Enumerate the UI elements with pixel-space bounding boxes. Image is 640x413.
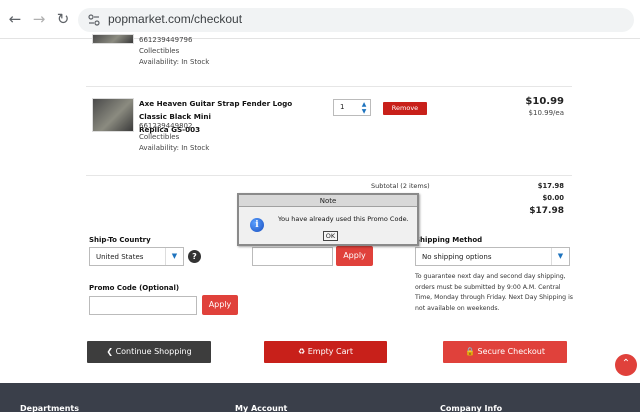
chevron-down-icon[interactable]: ▼ (551, 248, 569, 265)
info-icon: i (250, 218, 264, 232)
zip-apply-button[interactable]: Apply (336, 246, 373, 266)
back-arrow-icon[interactable]: ← (6, 10, 24, 28)
product-sku: 661239449802 (139, 122, 193, 130)
ship-to-label: Ship-To Country (89, 236, 151, 244)
lock-icon: 🔒 (465, 347, 475, 356)
secure-checkout-button[interactable]: 🔒 Secure Checkout (443, 341, 567, 363)
continue-shopping-label: Continue Shopping (115, 347, 192, 356)
shipping-method-select[interactable]: No shipping options ▼ (415, 247, 570, 266)
stepper-arrows[interactable]: ▲ ▼ (360, 101, 368, 115)
forward-arrow-icon[interactable]: → (30, 10, 48, 28)
trash-icon: ♻ (298, 347, 306, 356)
ship-to-country-value: United States (96, 253, 144, 261)
subtotal-label: Subtotal (2 items) (371, 182, 430, 190)
remove-button[interactable]: Remove (383, 102, 427, 115)
reload-icon[interactable]: ↻ (54, 10, 72, 28)
product-name[interactable]: Axe Heaven Guitar Strap Fender Logo Clas… (139, 97, 319, 136)
promo-apply-button[interactable]: Apply (202, 295, 238, 315)
dialog-ok-button[interactable]: OK (323, 231, 338, 241)
dialog-message: You have already used this Promo Code. (278, 215, 409, 223)
promo-code-input[interactable] (89, 296, 197, 315)
address-bar[interactable]: popmarket.com/checkout (78, 8, 634, 32)
note-dialog: Note i You have already used this Promo … (237, 193, 419, 246)
ship-to-country-select[interactable]: United States ▼ (89, 247, 184, 266)
secure-checkout-label: Secure Checkout (477, 347, 545, 356)
dialog-title: Note (239, 195, 417, 207)
product-sku: 661239449796 (139, 36, 193, 44)
shipping-method-label: Shipping Method (415, 236, 483, 244)
decrement-icon[interactable]: ▼ (360, 108, 368, 115)
divider (86, 86, 572, 87)
product-image[interactable] (92, 98, 134, 132)
promo-label: Promo Code (Optional) (89, 284, 180, 292)
scroll-to-top-icon[interactable]: ⌃ (615, 354, 637, 376)
increment-icon[interactable]: ▲ (360, 101, 368, 108)
help-icon[interactable]: ? (188, 250, 201, 263)
empty-cart-label: Empty Cart (307, 347, 353, 356)
subtotal-value: $17.98 (537, 182, 564, 190)
product-name-line1[interactable]: Axe Heaven Guitar Strap Fender Logo Clas… (139, 97, 319, 123)
continue-shopping-button[interactable]: ❮ Continue Shopping (87, 341, 211, 363)
product-category: Collectibles (139, 47, 180, 55)
arrow-left-circle-icon: ❮ (106, 347, 114, 356)
quantity-value[interactable]: 1 (340, 103, 344, 111)
site-settings-icon[interactable] (87, 13, 101, 27)
product-image[interactable] (92, 34, 134, 44)
zip-input[interactable] (252, 247, 333, 266)
chevron-down-icon[interactable]: ▼ (165, 248, 183, 265)
quantity-stepper[interactable]: 1 ▲ ▼ (333, 99, 371, 116)
divider (86, 175, 572, 176)
item-unit-price: $10.99/ea (528, 109, 564, 117)
shipping-note: To guarantee next day and second day shi… (415, 273, 574, 312)
shipping-value: $0.00 (542, 194, 565, 202)
item-price: $10.99 (525, 96, 564, 107)
shipping-method-value: No shipping options (422, 253, 492, 261)
total-value: $17.98 (529, 206, 564, 216)
product-availability: Availability: In Stock (139, 144, 210, 152)
empty-cart-button[interactable]: ♻ Empty Cart (264, 341, 387, 363)
product-category: Collectibles (139, 133, 180, 141)
url-text: popmarket.com/checkout (108, 12, 243, 26)
site-footer: Departments My Account Company Info (0, 383, 640, 413)
product-availability: Availability: In Stock (139, 58, 210, 66)
